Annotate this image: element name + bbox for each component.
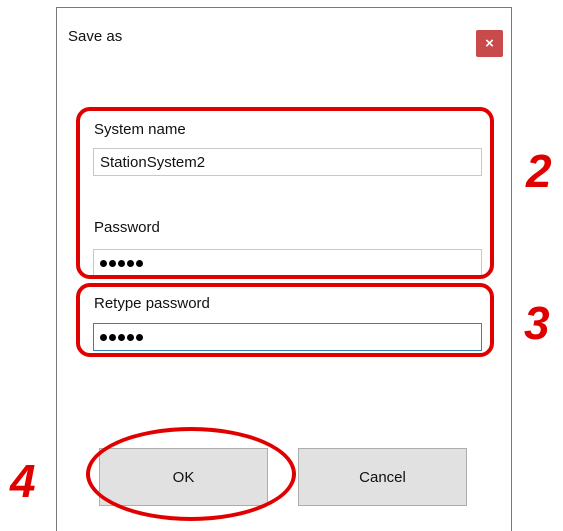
close-button[interactable]: × bbox=[476, 30, 503, 57]
password-dot bbox=[136, 259, 143, 267]
password-dot bbox=[109, 333, 116, 341]
password-dot bbox=[118, 333, 125, 341]
password-dot bbox=[100, 333, 107, 341]
password-dot bbox=[118, 259, 125, 267]
annotation-number-4: 4 bbox=[10, 455, 36, 507]
password-dot bbox=[100, 259, 107, 267]
dialog-title: Save as bbox=[68, 28, 123, 45]
close-icon: × bbox=[485, 35, 494, 52]
ok-button-label: OK bbox=[172, 468, 195, 486]
system-name-input[interactable] bbox=[93, 148, 482, 176]
ok-button[interactable]: OK bbox=[99, 448, 268, 506]
password-dot bbox=[136, 333, 143, 341]
screenshot-stage: Save as × System name Password Retype pa… bbox=[0, 0, 563, 531]
password-dot bbox=[109, 259, 116, 267]
cancel-button[interactable]: Cancel bbox=[298, 448, 467, 506]
retype-password-input[interactable] bbox=[93, 323, 482, 351]
password-dot bbox=[127, 259, 134, 267]
retype-password-label: Retype password bbox=[94, 295, 210, 312]
password-label: Password bbox=[94, 219, 160, 236]
save-as-dialog: Save as × System name Password Retype pa… bbox=[56, 7, 512, 531]
password-dot bbox=[127, 333, 134, 341]
annotation-number-2: 2 bbox=[526, 145, 552, 197]
system-name-label: System name bbox=[94, 121, 186, 138]
password-input[interactable] bbox=[93, 249, 482, 277]
annotation-number-3: 3 bbox=[524, 297, 550, 349]
cancel-button-label: Cancel bbox=[359, 468, 406, 486]
